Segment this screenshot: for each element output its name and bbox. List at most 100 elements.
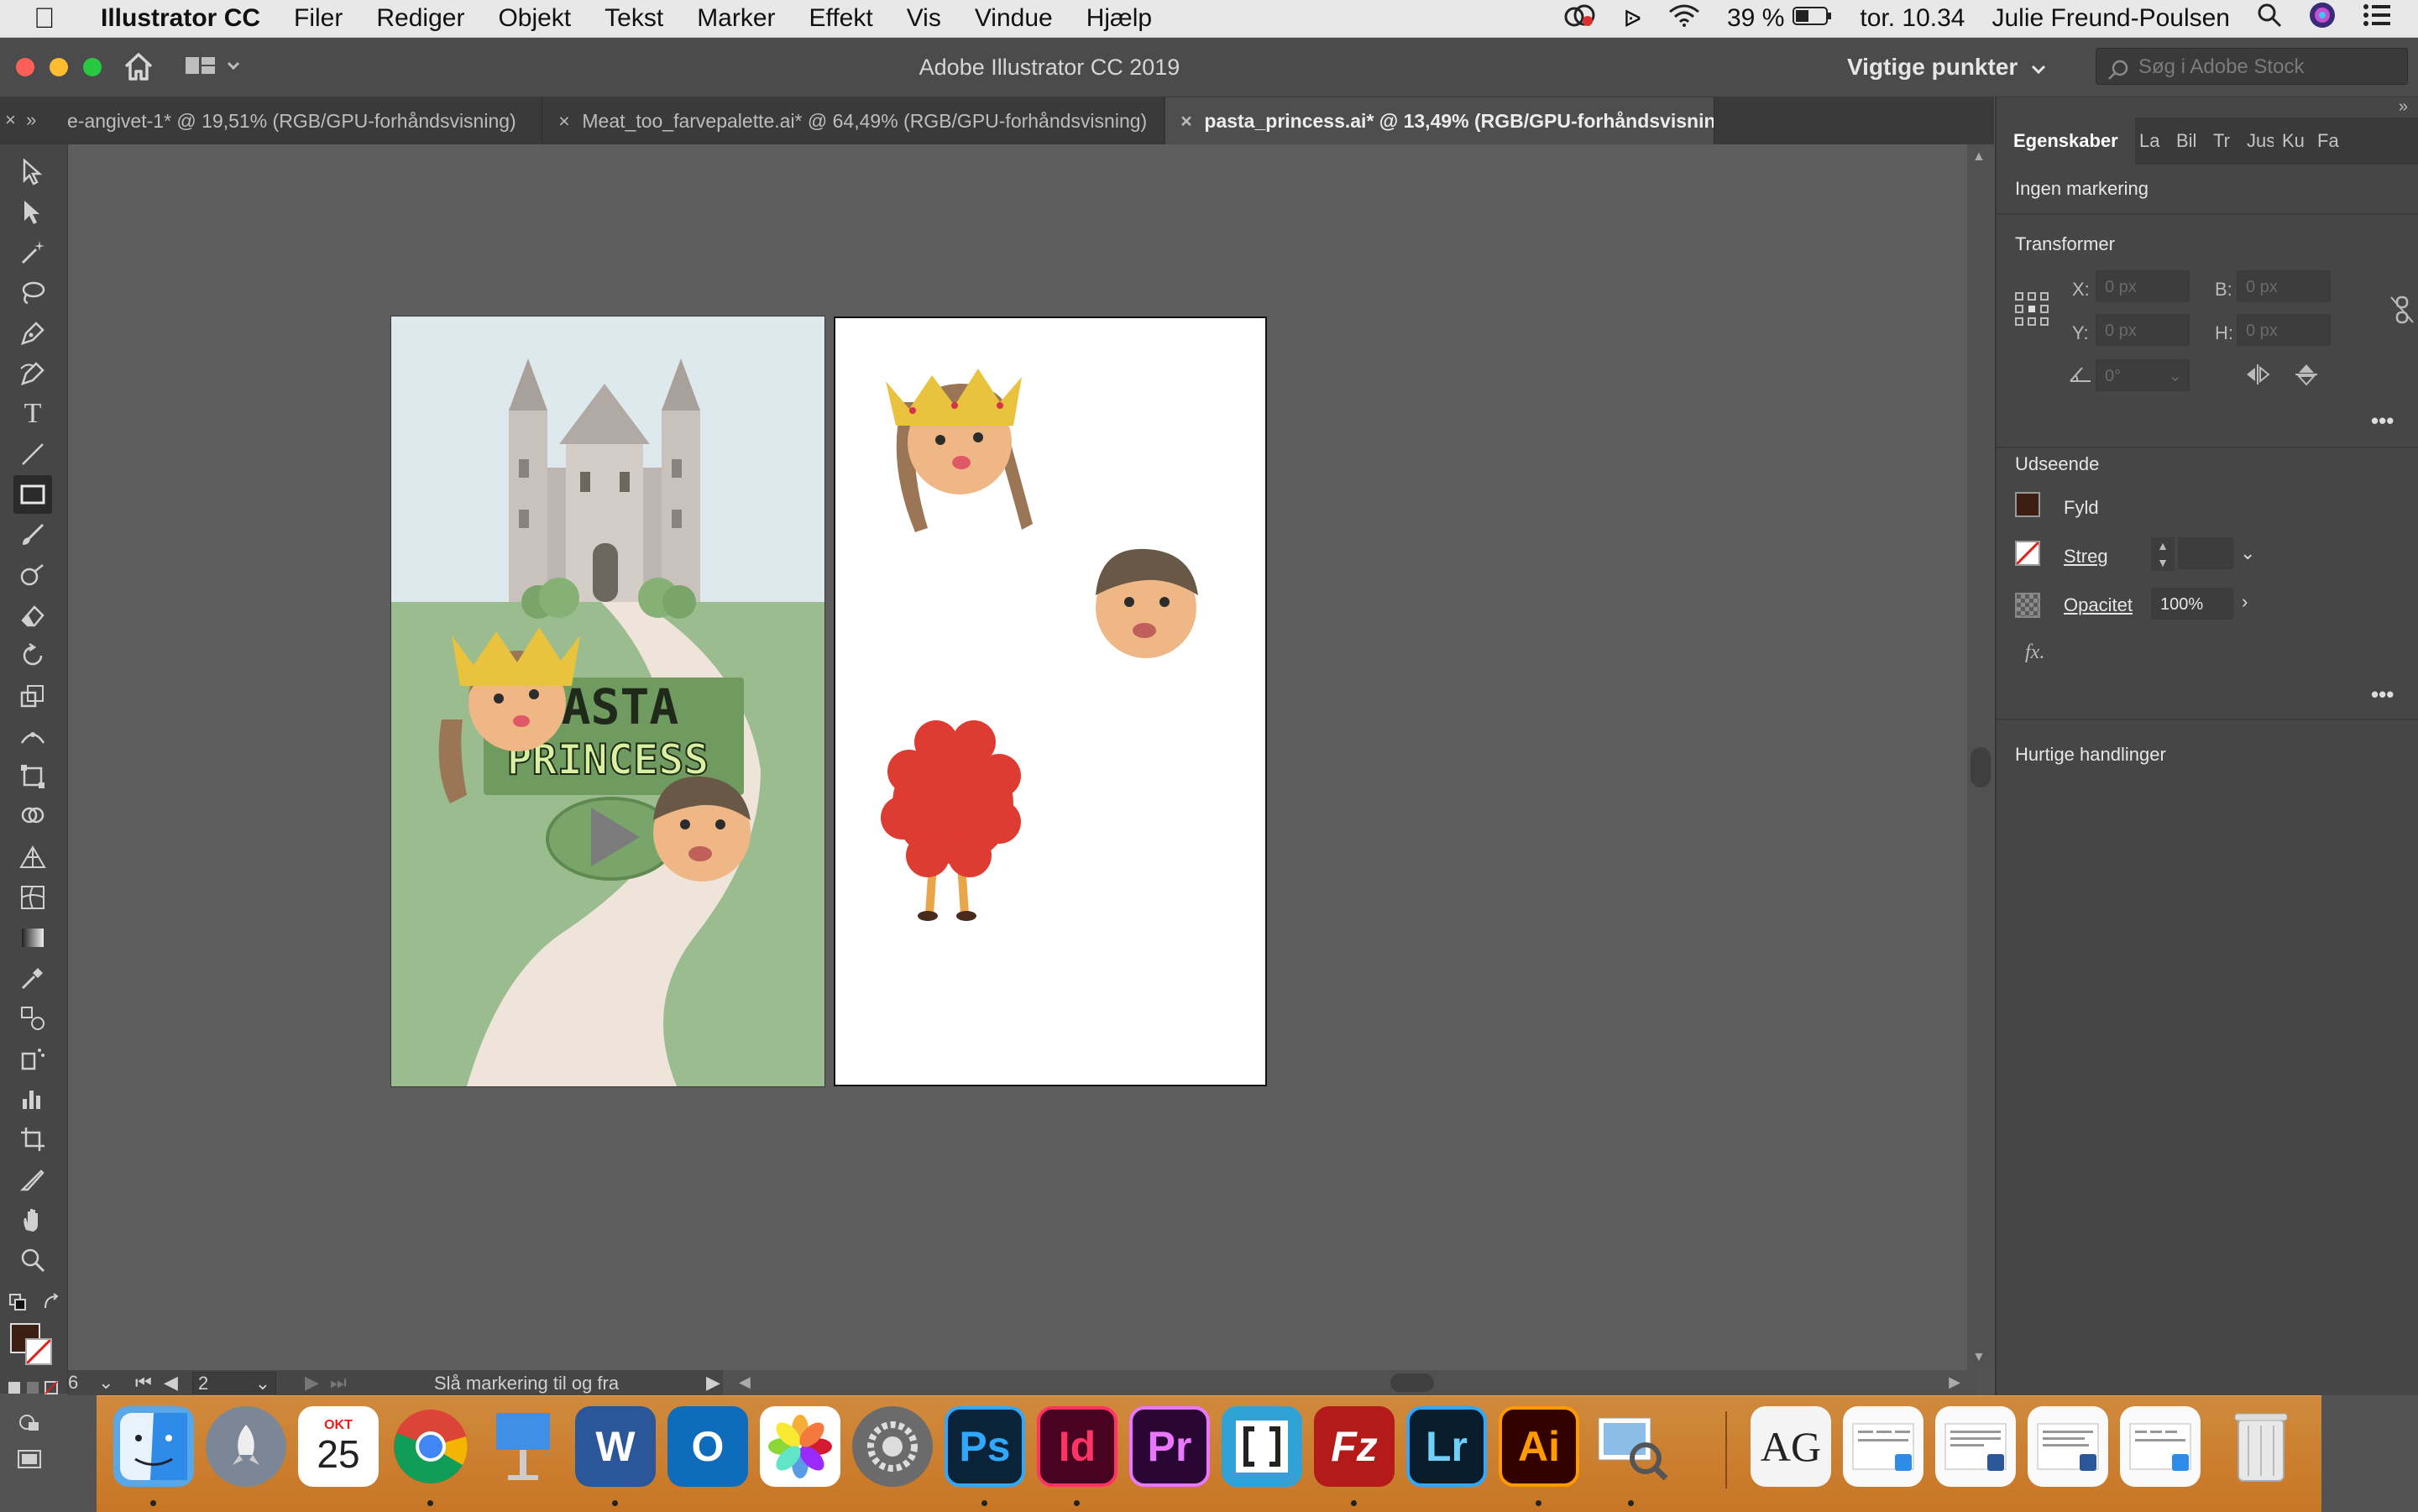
shape-builder-tool-icon[interactable] <box>13 798 52 836</box>
spotlight-icon[interactable] <box>2257 3 2282 34</box>
tab-lag[interactable]: La <box>2139 118 2168 165</box>
default-colors-icon[interactable] <box>8 1293 29 1317</box>
mesh-tool-icon[interactable] <box>13 878 52 917</box>
dock-chrome-icon[interactable] <box>390 1406 471 1487</box>
y-position-field[interactable]: 0 px <box>2096 314 2190 346</box>
stroke-link[interactable]: Streg <box>2064 546 2108 568</box>
tab-document-3[interactable]: × pasta_princess.ai* @ 13,49% (RGB/GPU-f… <box>1165 97 1714 144</box>
menu-vindue[interactable]: Vindue <box>975 4 1053 33</box>
stroke-weight-field[interactable] <box>2178 537 2233 569</box>
tab-transformer[interactable]: Tr <box>2213 118 2238 165</box>
scroll-up-arrow-icon[interactable]: ▲ <box>1972 149 1986 165</box>
more-options-icon[interactable]: ••• <box>2371 682 2394 708</box>
height-field[interactable]: 0 px <box>2237 314 2331 346</box>
dock-outlook-icon[interactable]: O <box>667 1406 748 1487</box>
width-field[interactable]: 0 px <box>2237 270 2331 302</box>
dock-photoshop-icon[interactable]: Ps <box>945 1406 1025 1487</box>
zoom-level-field[interactable]: 6 <box>68 1372 78 1394</box>
menu-tekst[interactable]: Tekst <box>604 4 663 33</box>
rectangle-tool-icon[interactable] <box>13 475 52 514</box>
magic-wand-tool-icon[interactable] <box>13 233 52 272</box>
notification-center-icon[interactable] <box>2363 3 2391 34</box>
dock-document-preview-2[interactable] <box>1935 1406 2016 1487</box>
next-artboard-icon[interactable]: ▶ <box>305 1372 319 1394</box>
menu-objekt[interactable]: Objekt <box>498 4 571 33</box>
swap-colors-icon[interactable] <box>42 1293 62 1317</box>
color-mode-icons[interactable] <box>8 1380 59 1400</box>
status-message[interactable]: Slå markering til og fra <box>434 1373 619 1394</box>
more-options-icon[interactable]: ••• <box>2371 408 2394 434</box>
close-tab-icon[interactable]: × <box>552 97 577 144</box>
dock-document-preview-1[interactable] <box>1843 1406 1923 1487</box>
line-segment-tool-icon[interactable] <box>13 435 52 473</box>
tab-juster[interactable]: Jus <box>2247 118 2274 165</box>
zoom-tool-icon[interactable] <box>13 1241 52 1279</box>
lasso-tool-icon[interactable] <box>13 274 52 312</box>
free-transform-tool-icon[interactable] <box>13 757 52 796</box>
status-menu-arrow-icon[interactable]: ▶ <box>706 1372 720 1394</box>
x-position-field[interactable]: 0 px <box>2096 270 2190 302</box>
flip-vertical-icon[interactable] <box>2295 363 2317 390</box>
artboard-title-screen[interactable]: PASTA PRINCESS <box>390 316 825 1087</box>
scroll-down-arrow-icon[interactable]: ▼ <box>1972 1350 1986 1365</box>
menu-filer[interactable]: Filer <box>294 4 343 33</box>
paintbrush-tool-icon[interactable] <box>13 515 52 554</box>
collapse-panel-icon[interactable]: » <box>2399 97 2408 117</box>
stroke-weight-dropdown-icon[interactable]: ⌄ <box>2240 542 2255 564</box>
reference-point-icon[interactable] <box>2015 292 2049 330</box>
flip-horizontal-icon[interactable] <box>2245 364 2270 389</box>
dock-illustrator-icon[interactable]: Ai <box>1499 1406 1579 1487</box>
dock-document-ag[interactable]: AG <box>1751 1406 1831 1487</box>
dock-premiere-icon[interactable]: Pr <box>1129 1406 1210 1487</box>
stroke-color-swatch[interactable] <box>25 1338 52 1365</box>
vertical-scrollbar[interactable]: ▲ ▼ <box>1967 144 1994 1370</box>
menu-vis[interactable]: Vis <box>907 4 941 33</box>
dock-lightroom-icon[interactable]: Lr <box>1406 1406 1487 1487</box>
dock-filezilla-icon[interactable]: Fz <box>1314 1406 1395 1487</box>
battery-icon[interactable] <box>1793 4 1833 33</box>
direct-selection-tool-icon[interactable] <box>13 193 52 232</box>
scroll-right-arrow-icon[interactable]: ▶ <box>1949 1373 1960 1391</box>
type-tool-icon[interactable]: T <box>13 395 52 433</box>
bluetooth-icon[interactable]: ᐉ <box>1623 5 1641 33</box>
dock-calendar-icon[interactable]: OKT 25 <box>298 1406 379 1487</box>
perspective-grid-tool-icon[interactable] <box>13 838 52 876</box>
adobe-stock-search-input[interactable]: Søg i Adobe Stock <box>2096 48 2408 85</box>
stroke-weight-stepper[interactable]: ▲ ▼ <box>2151 537 2175 571</box>
dock-launchpad-icon[interactable] <box>206 1406 286 1487</box>
artboard-characters[interactable] <box>834 317 1267 1086</box>
dock-preview-icon[interactable] <box>1591 1406 1672 1487</box>
fx-effects-button[interactable]: fx. <box>2025 641 2044 664</box>
tab-document-2[interactable]: × Meat_too_farvepalette.ai* @ 64,49% (RG… <box>543 97 1165 144</box>
apple-icon[interactable]:  <box>34 3 64 34</box>
blend-tool-icon[interactable] <box>13 999 52 1038</box>
artboard-tool-icon[interactable] <box>13 1120 52 1159</box>
draw-mode-icon[interactable] <box>17 1410 44 1438</box>
gradient-tool-icon[interactable] <box>13 918 52 957</box>
dock-photos-icon[interactable] <box>760 1406 840 1487</box>
close-tab-icon[interactable]: × <box>1174 97 1199 144</box>
workspace-switcher[interactable]: Vigtige punkter <box>1847 50 2046 85</box>
dock-finder-icon[interactable] <box>113 1406 194 1487</box>
opacity-link[interactable]: Opacitet <box>2064 594 2133 616</box>
tab-biblioteker[interactable]: Bil <box>2176 118 2205 165</box>
siri-icon[interactable] <box>2309 2 2336 35</box>
artboard-number-field[interactable]: 2 ⌄ <box>192 1372 276 1394</box>
menu-app-name[interactable]: Illustrator CC <box>101 4 260 33</box>
shaper-tool-icon[interactable] <box>13 556 52 594</box>
stroke-swatch[interactable] <box>2015 541 2040 566</box>
width-tool-icon[interactable] <box>13 717 52 756</box>
wifi-icon[interactable] <box>1668 3 1700 34</box>
horizontal-scroll-thumb[interactable] <box>1390 1373 1434 1392</box>
scroll-left-arrow-icon[interactable]: ◀ <box>739 1373 751 1391</box>
column-graph-tool-icon[interactable] <box>13 1080 52 1118</box>
hand-tool-icon[interactable] <box>13 1201 52 1239</box>
tab-kurver[interactable]: Ku <box>2282 118 2309 165</box>
dock-word-icon[interactable]: W <box>575 1406 656 1487</box>
eyedropper-tool-icon[interactable] <box>13 959 52 997</box>
clock[interactable]: tor. 10.34 <box>1860 4 1965 33</box>
user-name[interactable]: Julie Freund-Poulsen <box>1992 4 2231 33</box>
opacity-field[interactable]: 100% <box>2151 588 2233 620</box>
curvature-tool-icon[interactable] <box>13 354 52 393</box>
pen-tool-icon[interactable] <box>13 314 52 353</box>
